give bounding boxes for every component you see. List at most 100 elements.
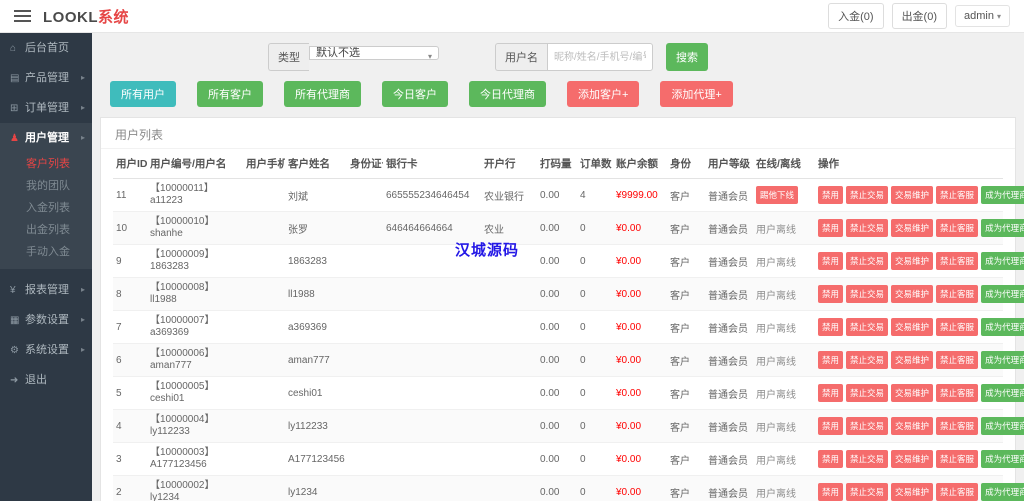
all-customers-button[interactable]: 所有客户 [197,81,263,107]
become-agent-button[interactable]: 成为代理商 [981,186,1024,204]
forbid-trade-button[interactable]: 禁止交易 [846,483,889,501]
forbid-service-button[interactable]: 禁止客服 [936,285,979,303]
sidebar-item-products[interactable]: ▤ 产品管理 ▸ [0,63,92,93]
type-select[interactable]: 默认不选 [309,46,439,60]
table-row: 9 【10000009】 1863283 1863283 0.00 0 ¥0.00 客户 普通会… [113,244,1024,278]
cell-phone [243,475,285,501]
all-agents-button[interactable]: 所有代理商 [284,81,361,107]
sidebar-item-params[interactable]: ▦ 参数设置 ▸ [0,305,92,335]
forbid-service-button[interactable]: 禁止客服 [936,318,979,336]
forbid-service-button[interactable]: 禁止客服 [936,252,979,270]
sidebar-item-withdraw-list[interactable]: 出金列表 [0,219,92,241]
disable-button[interactable]: 禁用 [818,219,844,237]
forbid-service-button[interactable]: 禁止客服 [936,186,979,204]
sidebar-item-my-team[interactable]: 我的团队 [0,175,92,197]
forbid-trade-button[interactable]: 禁止交易 [846,417,889,435]
disable-button[interactable]: 禁用 [818,285,844,303]
sidebar-item-orders[interactable]: ⊞ 订单管理 ▸ [0,93,92,123]
cell-phone [243,310,285,344]
become-agent-button[interactable]: 成为代理商 [981,252,1024,270]
sidebar-item-manual-deposit[interactable]: 手动入金 [0,241,92,263]
cell-role: 客户 [667,211,705,245]
forbid-service-button[interactable]: 禁止客服 [936,417,979,435]
cell-user-id: 4 [113,409,147,443]
sidebar-item-logout[interactable]: ➜ 退出 [0,365,92,395]
sidebar-item-reports[interactable]: ¥ 报表管理 ▸ [0,275,92,305]
table-row: 2 【10000002】 ly1234 ly1234 0.00 0 ¥0.00 客户 普通会员用… [113,475,1024,501]
forbid-trade-button[interactable]: 禁止交易 [846,318,889,336]
add-customer-button[interactable]: 添加客户+ [567,81,640,107]
forbid-trade-button[interactable]: 禁止交易 [846,450,889,468]
become-agent-button[interactable]: 成为代理商 [981,219,1024,237]
today-customers-button[interactable]: 今日客户 [382,81,448,107]
cell-bank: 农业 [481,211,537,245]
become-agent-button[interactable]: 成为代理商 [981,384,1024,402]
forbid-trade-button[interactable]: 禁止交易 [846,252,889,270]
become-agent-button[interactable]: 成为代理商 [981,483,1024,501]
forbid-service-button[interactable]: 禁止客服 [936,351,979,369]
become-agent-button[interactable]: 成为代理商 [981,351,1024,369]
cell-balance: ¥0.00 [613,343,667,377]
menu-toggle-icon[interactable] [14,7,31,25]
forbid-trade-button[interactable]: 禁止交易 [846,186,889,204]
forbid-trade-button[interactable]: 禁止交易 [846,351,889,369]
become-agent-button[interactable]: 成为代理商 [981,285,1024,303]
trade-maintain-button[interactable]: 交易维护 [891,219,934,237]
kick-offline-button[interactable]: 踢他下线 [756,186,799,204]
cell-dama: 0.00 [537,277,577,311]
cell-bankcard [383,442,481,476]
become-agent-button[interactable]: 成为代理商 [981,417,1024,435]
forbid-service-button[interactable]: 禁止客服 [936,384,979,402]
forbid-trade-button[interactable]: 禁止交易 [846,219,889,237]
sidebar-item-customer-list[interactable]: 客户列表 [0,153,92,175]
online-status-text: 用户离线 [756,356,796,368]
sidebar-item-deposit-list[interactable]: 入金列表 [0,197,92,219]
search-button[interactable]: 搜索 [666,43,708,71]
forbid-trade-button[interactable]: 禁止交易 [846,384,889,402]
cell-bankcard: 665555234646454 [383,178,481,212]
disable-button[interactable]: 禁用 [818,351,844,369]
trade-maintain-button[interactable]: 交易维护 [891,186,934,204]
disable-button[interactable]: 禁用 [818,186,844,204]
disable-button[interactable]: 禁用 [818,417,844,435]
logout-icon: ➜ [10,375,19,386]
trade-maintain-button[interactable]: 交易维护 [891,483,934,501]
forbid-service-button[interactable]: 禁止客服 [936,450,979,468]
become-agent-button[interactable]: 成为代理商 [981,318,1024,336]
cell-online-status: 用户离线 [753,277,815,311]
forbid-service-button[interactable]: 禁止客服 [936,219,979,237]
cell-balance: ¥0.00 [613,310,667,344]
become-agent-button[interactable]: 成为代理商 [981,450,1024,468]
sidebar-item-dashboard[interactable]: ⌂ 后台首页 [0,33,92,63]
disable-button[interactable]: 禁用 [818,450,844,468]
trade-maintain-button[interactable]: 交易维护 [891,252,934,270]
disable-button[interactable]: 禁用 [818,384,844,402]
username-input[interactable] [547,43,653,71]
cell-operations: 禁用禁止交易交易维护禁止客服成为代理商✎ 修改资金报表删除 [815,310,1024,344]
disable-button[interactable]: 禁用 [818,318,844,336]
trade-maintain-button[interactable]: 交易维护 [891,351,934,369]
trade-maintain-button[interactable]: 交易维护 [891,318,934,336]
trade-maintain-button[interactable]: 交易维护 [891,417,934,435]
disable-button[interactable]: 禁用 [818,252,844,270]
deposit-button[interactable]: 入金(0) [828,3,884,29]
withdraw-button[interactable]: 出金(0) [891,3,948,29]
sidebar-item-label: 用户管理 [25,132,69,144]
forbid-service-button[interactable]: 禁止客服 [936,483,979,501]
username: a11223 [150,195,183,206]
forbid-trade-button[interactable]: 禁止交易 [846,285,889,303]
today-agents-button[interactable]: 今日代理商 [469,81,546,107]
sidebar-item-users[interactable]: ♟ 用户管理 ▸ [0,123,92,153]
trade-maintain-button[interactable]: 交易维护 [891,285,934,303]
trade-maintain-button[interactable]: 交易维护 [891,450,934,468]
cell-level: 普通会员 [705,211,753,245]
all-users-button[interactable]: 所有用户 [110,81,176,107]
user-code: 【10000009】 [150,249,215,260]
disable-button[interactable]: 禁用 [818,483,844,501]
column-header: 用户ID [113,149,147,179]
trade-maintain-button[interactable]: 交易维护 [891,384,934,402]
sidebar-item-system[interactable]: ⚙ 系统设置 ▸ [0,335,92,365]
add-agent-button[interactable]: 添加代理+ [660,81,733,107]
cell-bank [481,310,537,344]
admin-dropdown[interactable]: admin ▾ [955,5,1010,27]
